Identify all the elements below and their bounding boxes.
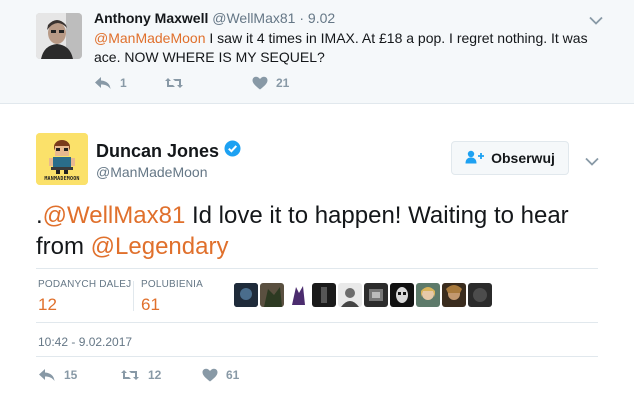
reply-retweet-button[interactable] <box>164 76 252 90</box>
liker-avatar[interactable] <box>468 283 492 307</box>
main-author-avatar[interactable]: MANMADEMOON <box>36 133 88 185</box>
reply-timestamp[interactable]: 9.02 <box>308 10 335 26</box>
stats-top-divider <box>36 268 598 269</box>
stat-separator <box>133 281 134 311</box>
likes-stat[interactable]: POLUBIENIA 61 <box>141 279 203 315</box>
main-more-chevron[interactable] <box>585 153 599 171</box>
follow-person-icon <box>465 150 491 167</box>
reply-mention-link[interactable]: @ManMadeMoon <box>94 30 206 46</box>
reply-action-bar: 1 21 <box>94 76 289 90</box>
reply-reply-button[interactable]: 1 <box>94 76 164 90</box>
follow-button[interactable]: Obserwuj <box>451 141 569 175</box>
mention-link-2[interactable]: @Legendary <box>91 233 229 260</box>
main-author-name[interactable]: Duncan Jones <box>96 141 219 162</box>
separator-dot: · <box>299 10 305 26</box>
chevron-down-icon <box>585 153 599 170</box>
main-tweet-text: .@WellMax81 Id love it to happen! Waitin… <box>36 200 606 262</box>
mention-link-1[interactable]: @WellMax81 <box>43 202 186 229</box>
liker-avatar[interactable] <box>234 283 258 307</box>
retweets-stat-value: 12 <box>38 295 57 314</box>
liker-avatar[interactable] <box>286 283 310 307</box>
verified-badge-icon <box>224 140 241 162</box>
reply-header: Anthony Maxwell @WellMax81 · 9.02 <box>94 10 335 26</box>
reply-author-avatar[interactable] <box>36 13 82 59</box>
stats-bottom-divider <box>36 322 598 323</box>
main-author-name-row[interactable]: Duncan Jones <box>96 140 241 162</box>
text-prefix: . <box>36 202 43 229</box>
main-retweet-count: 12 <box>148 368 162 382</box>
avatar-logo-text: MANMADEMOON <box>44 176 80 182</box>
main-action-bar: 15 12 61 <box>38 368 239 382</box>
likes-stat-value: 61 <box>141 295 160 314</box>
main-author-handle[interactable]: @ManMadeMoon <box>96 164 208 180</box>
liker-avatar[interactable] <box>338 283 362 307</box>
likers-avatar-strip <box>234 283 494 307</box>
likes-stat-label: POLUBIENIA <box>141 279 204 290</box>
retweets-stat[interactable]: PODANYCH DALEJ 12 <box>38 279 131 315</box>
liker-avatar[interactable] <box>390 283 414 307</box>
liker-avatar[interactable] <box>442 283 466 307</box>
reply-like-button[interactable]: 21 <box>252 76 289 90</box>
liker-avatar[interactable] <box>312 283 336 307</box>
main-reply-count: 15 <box>64 368 78 382</box>
main-like-button[interactable]: 61 <box>202 368 239 382</box>
liker-avatar[interactable] <box>364 283 388 307</box>
like-count: 21 <box>276 76 290 90</box>
chevron-down-icon <box>589 12 603 29</box>
main-like-count: 61 <box>226 368 240 382</box>
retweet-icon <box>120 368 140 382</box>
reply-more-chevron[interactable] <box>589 12 603 30</box>
reply-author-name[interactable]: Anthony Maxwell <box>94 10 208 26</box>
reply-author-handle[interactable]: @WellMax81 <box>212 10 295 26</box>
reply-text: @ManMadeMoon I saw it 4 times in IMAX. A… <box>94 29 614 67</box>
main-tweet-timestamp[interactable]: 10:42 - 9.02.2017 <box>38 335 132 349</box>
main-retweet-button[interactable]: 12 <box>120 368 202 382</box>
main-reply-button[interactable]: 15 <box>38 368 120 382</box>
reply-count: 1 <box>120 76 127 90</box>
reply-icon <box>94 76 112 90</box>
heart-icon <box>202 368 218 382</box>
liker-avatar[interactable] <box>260 283 284 307</box>
follow-button-label: Obserwuj <box>491 150 555 166</box>
actions-top-divider <box>36 356 598 357</box>
retweets-stat-label: PODANYCH DALEJ <box>38 279 132 290</box>
heart-icon <box>252 76 268 90</box>
liker-avatar[interactable] <box>416 283 440 307</box>
reply-icon <box>38 368 56 382</box>
reply-tweet[interactable]: Anthony Maxwell @WellMax81 · 9.02 @ManMa… <box>0 0 634 104</box>
retweet-icon <box>164 76 184 90</box>
